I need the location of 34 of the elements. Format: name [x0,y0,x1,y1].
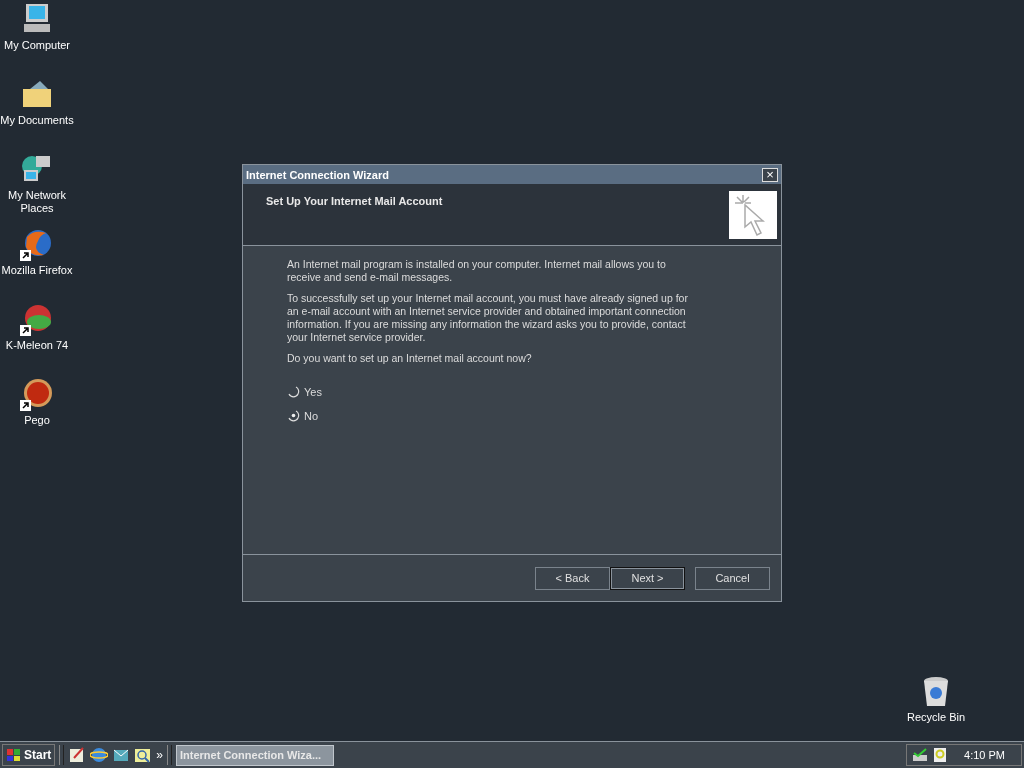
desktop-icon-label[interactable]: My Network Places [0,189,74,215]
shortcut-arrow-icon [20,250,31,261]
radio-button[interactable] [287,409,300,423]
flag-icon [6,748,22,762]
network-tray-icon[interactable] [911,747,929,763]
page-heading: Set Up Your Internet Mail Account [266,195,443,209]
wizard-button[interactable]: Next > [610,566,685,590]
wizard-button[interactable]: Cancel [695,566,770,590]
clock: 4:10 PM [964,749,1005,761]
notepad-icon[interactable] [68,746,87,764]
window-title: Internet Connection Wizard [246,168,389,181]
paragraph: Do you want to set up an Internet mail account now? [287,352,533,365]
desktop-icon-label[interactable]: My Documents [0,114,74,127]
radio-label[interactable]: Yes [304,385,322,398]
cursor-sparkle-icon [729,191,777,239]
paragraph: An Internet mail program is installed on your computer. Internet mail allows you to receive and send e-mail messages. [287,258,667,284]
radio-label[interactable]: No [304,409,319,422]
search-icon[interactable] [134,746,153,764]
paragraph: To successfully set up your Internet mail account, you must have already signed up for an e-mail account with an Internet service provider and obtained important connection information. If you are missing any information the wizard asks you to provide, contact your Internet service provider. [287,292,689,344]
radio-button[interactable] [287,385,300,399]
start-button[interactable]: Start [2,744,56,766]
desktop-icon-label[interactable]: K-Meleon 74 [5,339,69,352]
close-button[interactable]: × [762,167,778,182]
key-tray-icon[interactable] [933,747,947,763]
overflow-chevron[interactable]: » [156,748,164,762]
desktop-icon-label[interactable]: Recycle Bin [906,711,966,724]
shortcut-arrow-icon [20,325,31,336]
wizard-button[interactable]: < Back [535,566,610,590]
shortcut-arrow-icon [20,400,31,411]
desktop-icon-label[interactable]: Mozilla Firefox [1,264,73,277]
desktop-icon-label[interactable]: My Computer [4,39,70,52]
browser-icon[interactable] [90,746,109,764]
recycle-bin-icon [922,676,950,708]
desktop-icon-label[interactable]: Pego [24,414,50,427]
